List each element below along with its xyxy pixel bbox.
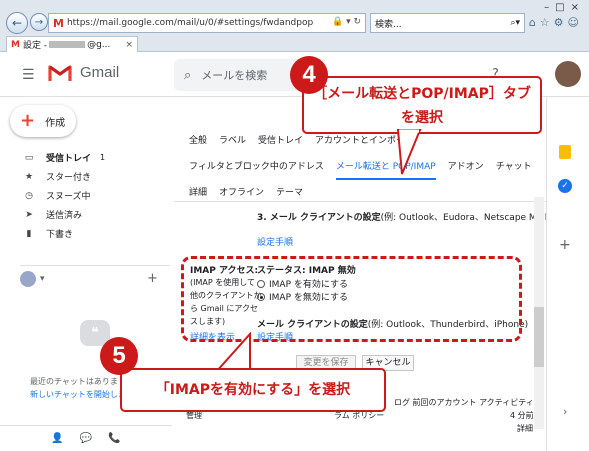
settings-tabs-row-2: フィルタとブロック中のアドレス メール転送と POP/IMAP アドオン チャッ… (189, 159, 532, 180)
sidebar-item-label: スター付き (46, 173, 92, 183)
chevron-down-icon[interactable]: ▾ (40, 274, 45, 284)
tasks-icon[interactable]: ✓ (558, 179, 572, 193)
sidebar-item-snoozed[interactable]: ◷ スヌーズ中 (0, 186, 172, 205)
compose-label: 作成 (45, 117, 66, 129)
keep-icon[interactable] (559, 145, 571, 159)
sidebar-item-starred[interactable]: ★ スター付き (0, 167, 172, 186)
footer-activity: ログ 前回のアカウント アクティビティ: (394, 398, 537, 407)
sidebar-item-label: スヌーズ中 (46, 192, 91, 202)
chat-empty-text: 最近のチャットはありま (30, 377, 118, 386)
compose-button[interactable]: + 作成 (10, 105, 76, 137)
tab-offline[interactable]: オフライン (219, 185, 264, 198)
clock-icon: ◷ (25, 190, 33, 201)
browser-tab[interactable]: M 設定 - @g... × (6, 36, 138, 52)
compose-plus-icon: + (20, 110, 36, 131)
pop-client-line: 3. メール クライアントの設定(例: Outlook、Eudora、Netsc… (257, 210, 551, 223)
step5-text: 「IMAPを有効にする」を選択 (155, 382, 351, 398)
chevron-right-icon[interactable]: › (563, 405, 567, 418)
address-bar[interactable]: M https://mail.google.com/mail/u/0/#sett… (48, 13, 366, 33)
tab-inbox[interactable]: 受信トレイ (258, 133, 303, 146)
step4-badge: 4 (290, 56, 328, 94)
tab-chat[interactable]: チャット (496, 159, 532, 180)
tab-title-prefix: 設定 - (22, 41, 48, 51)
tab-advanced[interactable]: 詳細 (189, 185, 207, 198)
footer-details-link[interactable]: 詳細 (517, 423, 533, 434)
tab-addons[interactable]: アドオン (448, 159, 484, 180)
phone-icon[interactable]: 📞 (108, 433, 120, 444)
tab-filters[interactable]: フィルタとブロック中のアドレス (189, 159, 324, 180)
footer-time: 4 分前 (510, 411, 534, 420)
contacts-icon[interactable]: 👤 (51, 433, 63, 444)
side-panel: ✓ + › (546, 97, 589, 451)
step5-badge: 5 (100, 337, 138, 375)
window-controls[interactable]: –□× (544, 2, 585, 13)
left-bottom-bar: 👤 💬 📞 (0, 425, 172, 451)
gmail-favicon-icon: M (53, 16, 64, 30)
close-tab-icon[interactable]: × (125, 40, 137, 50)
gmail-logo[interactable]: Gmail (48, 63, 119, 81)
tab-themes[interactable]: テーマ (276, 185, 303, 198)
toolbar-icons[interactable]: ⌂☆⚙☺ (529, 16, 583, 29)
mail-search-placeholder: メールを検索 (201, 69, 268, 82)
add-addon-icon[interactable]: + (559, 237, 571, 253)
sidebar-item-label: 下書き (46, 230, 74, 240)
unread-count: 1 (100, 153, 106, 162)
scrollbar-thumb[interactable] (534, 307, 544, 367)
scrollbar[interactable] (534, 197, 544, 429)
tab-general[interactable]: 全般 (189, 133, 207, 146)
gmail-m-icon (48, 65, 72, 81)
mail-search-bar[interactable]: ⌕ メールを検索 (174, 59, 304, 91)
back-button[interactable]: ← (6, 12, 28, 34)
imap-highlight-box (181, 256, 522, 342)
gmail-favicon-icon: M (11, 39, 20, 50)
hangouts-icon[interactable]: 💬 (80, 433, 92, 444)
menu-icon[interactable]: ☰ (22, 67, 35, 83)
hangouts-user-icon[interactable] (20, 270, 36, 287)
address-bar-actions[interactable]: 🔒 ▾ ↻ (332, 17, 361, 27)
sidebar-item-inbox[interactable]: ▭ 受信トレイ 1 (0, 148, 172, 167)
add-chat-icon[interactable]: + (147, 271, 158, 286)
tab-divider (174, 201, 546, 202)
step4-callout: ［メール転送とPOP/IMAP］タブを選択 (302, 76, 542, 134)
url-text: https://mail.google.com/mail/u/0/#settin… (66, 18, 314, 28)
pop-setup-link[interactable]: 設定手順 (257, 235, 293, 248)
pop-client-desc: (例: Outlook、Eudora、Netscape Mail) (380, 213, 551, 223)
gmail-wordmark: Gmail (80, 63, 120, 81)
sidebar-item-drafts[interactable]: ▮ 下書き (0, 224, 172, 243)
forward-button[interactable]: → (30, 13, 48, 31)
browser-search-box[interactable]: 検索... ⌕▾ (370, 13, 525, 33)
back-arrow-icon: ← (11, 16, 23, 30)
browser-search-text: 検索... (375, 19, 402, 30)
sidebar-item-label: 受信トレイ (46, 154, 92, 164)
forward-arrow-icon: → (34, 16, 44, 28)
tab-title-suffix: @g... (87, 39, 111, 50)
star-icon: ★ (24, 171, 34, 182)
send-icon: ➤ (25, 209, 33, 220)
start-chat-link[interactable]: 新しいチャットを開始しま (30, 389, 126, 400)
sidebar-item-label: 送信済み (46, 211, 83, 221)
settings-tabs-row-3: 詳細 オフライン テーマ (189, 185, 303, 198)
inbox-icon: ▭ (24, 152, 34, 163)
tab-labels[interactable]: ラベル (219, 133, 246, 146)
sidebar-item-sent[interactable]: ➤ 送信済み (0, 205, 172, 224)
search-icon[interactable]: ⌕ (184, 68, 191, 83)
hangouts-header: ▾ + (20, 265, 170, 287)
search-icon: ⌕▾ (510, 18, 520, 28)
redacted-email (49, 41, 86, 48)
avatar[interactable] (555, 61, 581, 87)
step4-text: ［メール転送とPOP/IMAP］タブを選択 (313, 86, 531, 126)
step4-pointer (396, 129, 422, 175)
pop-client-title: 3. メール クライアントの設定 (257, 213, 381, 223)
step5-callout: 「IMAPを有効にする」を選択 (120, 368, 386, 412)
draft-icon: ▮ (26, 228, 32, 239)
browser-chrome: ← → M https://mail.google.com/mail/u/0/#… (0, 0, 589, 52)
